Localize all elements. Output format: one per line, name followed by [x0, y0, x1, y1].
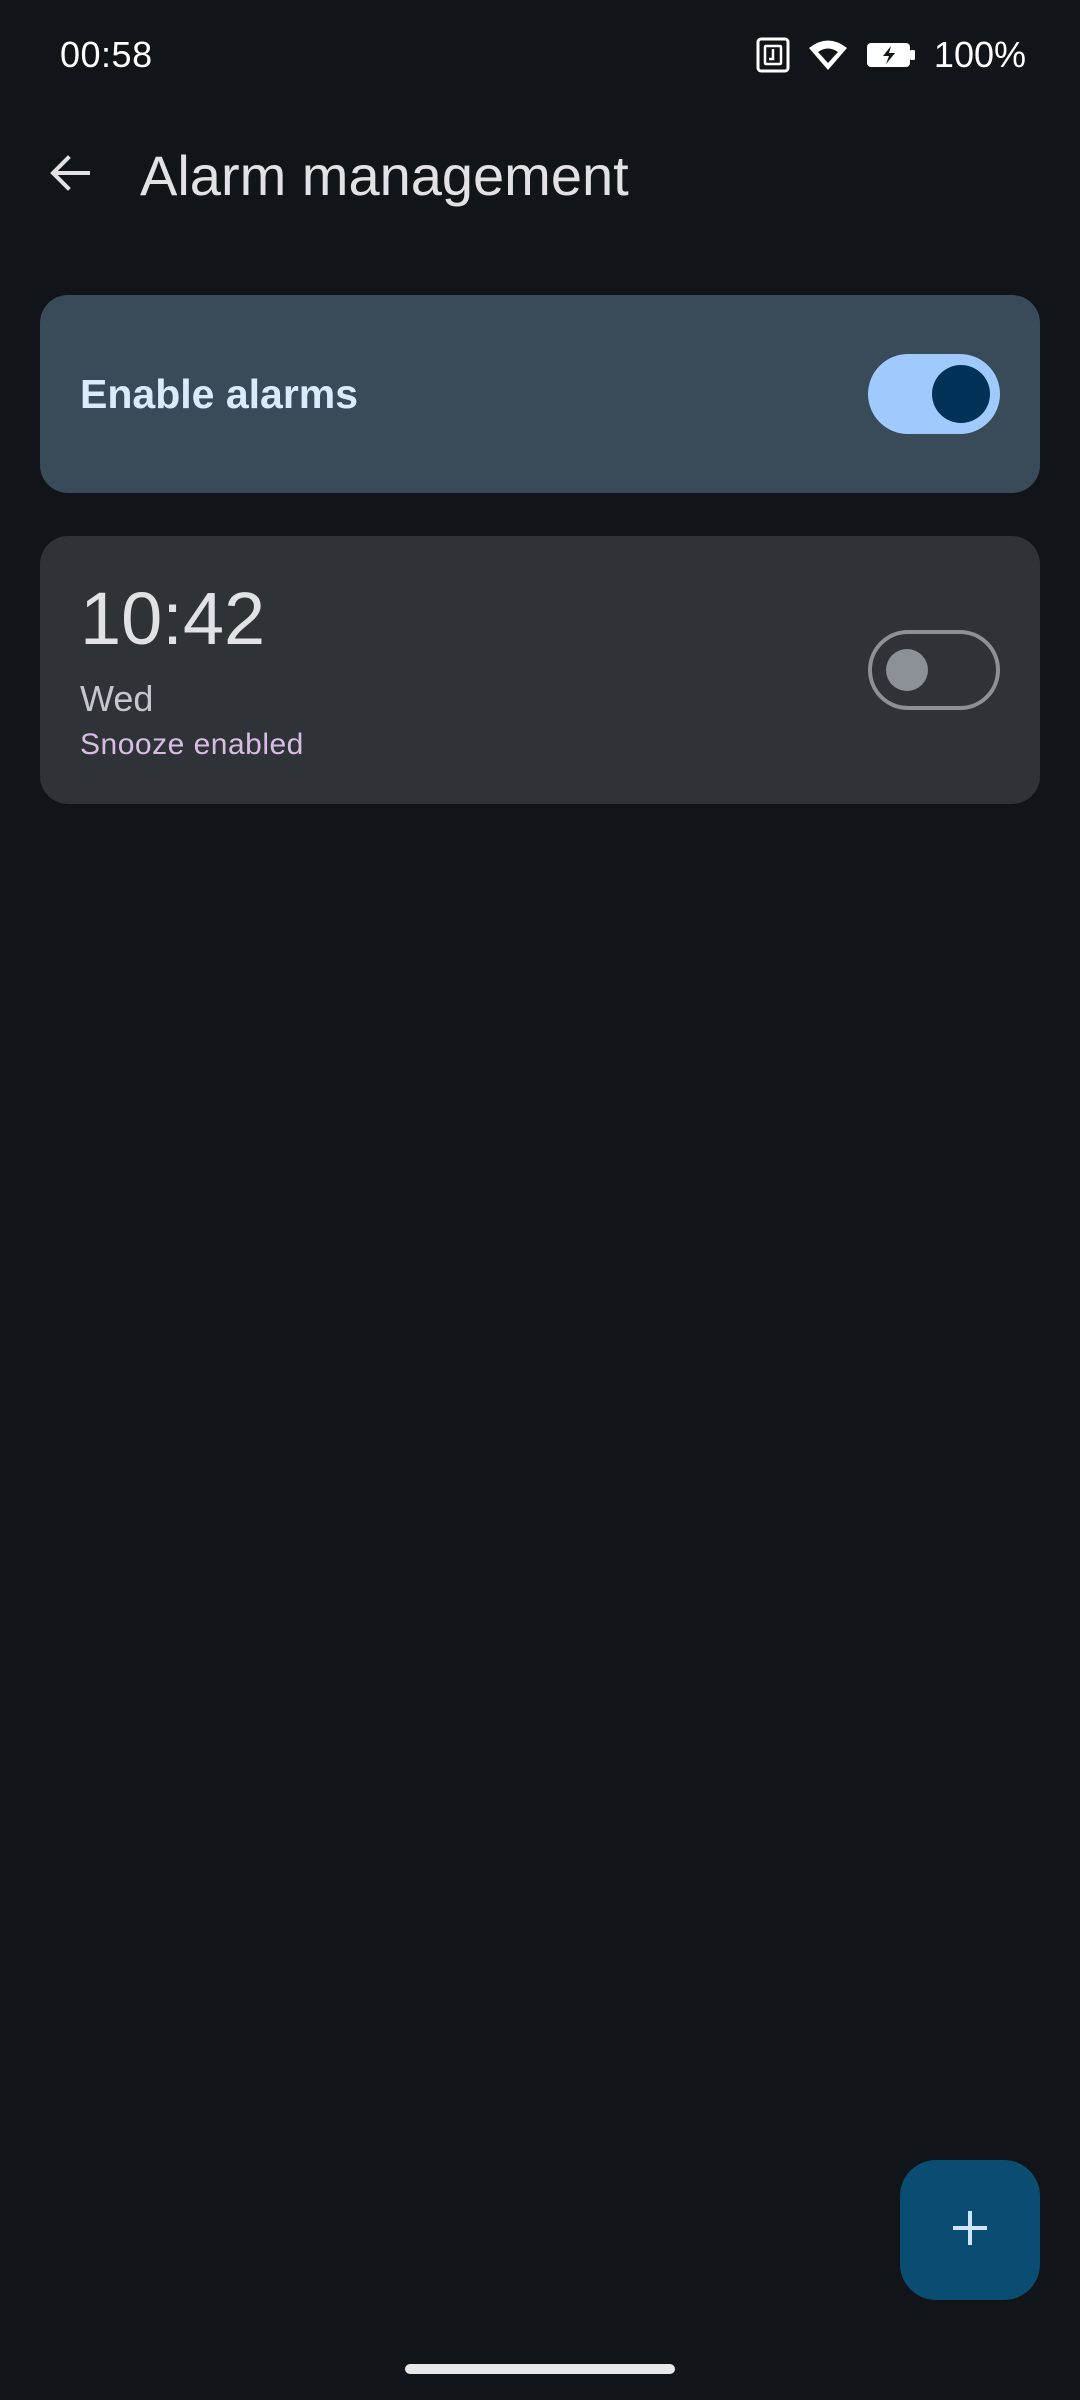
- top-app-bar: Alarm management: [0, 120, 1080, 230]
- add-icon: [950, 2208, 990, 2253]
- screen: 00:58 100% Alarm management Enable alarm…: [0, 0, 1080, 2400]
- gesture-nav-handle[interactable]: [405, 2364, 675, 2374]
- battery-percent: 100%: [933, 34, 1026, 75]
- nfc-icon: [756, 37, 790, 73]
- enable-alarms-card[interactable]: Enable alarms: [40, 295, 1040, 493]
- alarm-snooze-status: Snooze enabled: [80, 728, 304, 761]
- enable-alarms-label: Enable alarms: [80, 370, 359, 417]
- alarm-item[interactable]: 10:42 Wed Snooze enabled: [40, 536, 1040, 804]
- switch-thumb: [932, 365, 990, 423]
- battery-charging-icon: [866, 41, 916, 69]
- switch-thumb: [886, 649, 928, 691]
- page-title: Alarm management: [140, 143, 629, 207]
- alarm-time: 10:42: [80, 577, 266, 660]
- enable-alarms-switch[interactable]: [868, 354, 1000, 434]
- status-time: 00:58: [60, 34, 153, 75]
- alarm-days: Wed: [80, 678, 154, 719]
- back-button[interactable]: [20, 125, 120, 225]
- status-icons: 100%: [756, 34, 1026, 76]
- add-alarm-button[interactable]: [900, 2160, 1040, 2300]
- arrow-back-icon: [48, 151, 92, 200]
- wifi-icon: [808, 39, 848, 71]
- alarm-toggle-switch[interactable]: [868, 630, 1000, 710]
- status-bar: 00:58 100%: [0, 0, 1080, 110]
